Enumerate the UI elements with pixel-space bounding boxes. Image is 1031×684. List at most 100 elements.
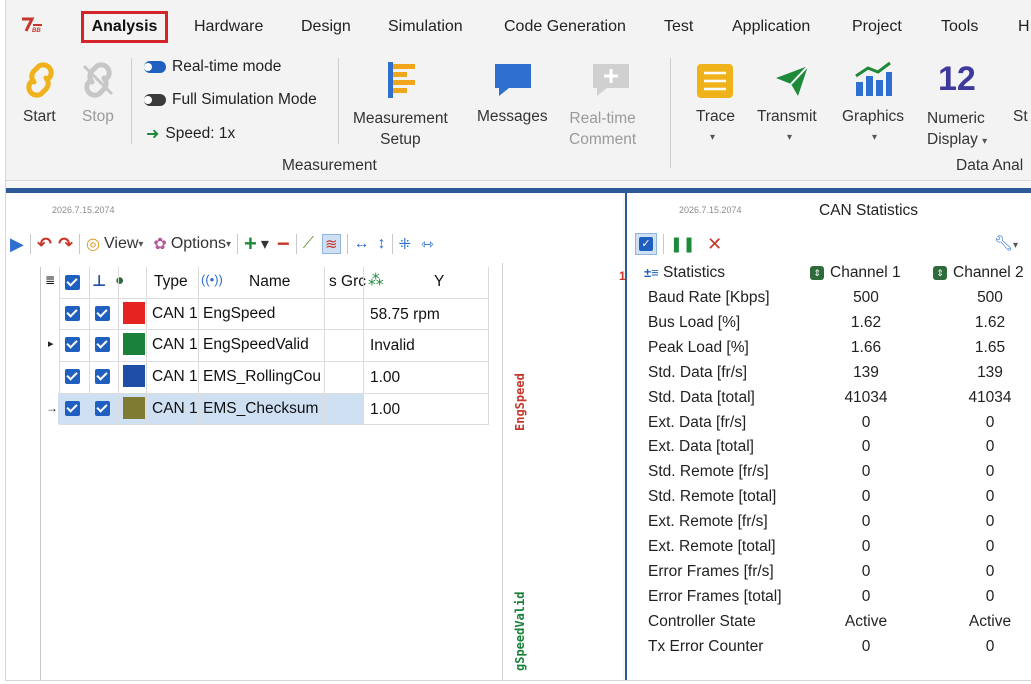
- realtime-mode-label: Real-time mode: [172, 58, 282, 75]
- signal-name[interactable]: EngSpeed: [203, 305, 323, 323]
- column-y[interactable]: Y: [434, 273, 444, 291]
- remove-icon[interactable]: −: [277, 231, 290, 257]
- full-simulation-toggle[interactable]: Full Simulation Mode: [144, 91, 317, 109]
- scatter-icon: ⁂: [368, 272, 384, 289]
- realtime-comment-button[interactable]: [590, 60, 632, 100]
- chat-icon: [495, 64, 531, 96]
- chevron-down-icon[interactable]: ▾: [710, 132, 715, 143]
- start-button[interactable]: [20, 60, 60, 100]
- graphics-button[interactable]: [852, 60, 894, 100]
- graph-label-engspeed: EngSpeed: [513, 373, 527, 431]
- line-chart-icon[interactable]: ⟋: [303, 235, 314, 253]
- menu-code-generation[interactable]: Code Generation: [504, 18, 626, 36]
- pause-icon[interactable]: ❚❚: [670, 235, 695, 253]
- menu-application[interactable]: Application: [732, 18, 810, 36]
- stat-channel-2-value: 500: [977, 289, 1003, 306]
- menu-analysis[interactable]: Analysis: [81, 11, 168, 43]
- axis-checkbox[interactable]: [95, 306, 110, 321]
- stat-channel-1-value: 0: [861, 463, 871, 481]
- menu-test[interactable]: Test: [664, 18, 693, 36]
- wrench-icon[interactable]: 🔧︎▾: [994, 234, 1018, 252]
- speed-control[interactable]: ➜ Speed: 1x: [146, 124, 235, 144]
- stat-label: Ext. Remote [fr/s]: [648, 513, 768, 531]
- menu-help[interactable]: H: [1018, 18, 1030, 36]
- trace-button[interactable]: [695, 62, 735, 100]
- undo-icon[interactable]: ↶: [37, 234, 52, 255]
- measurement-setup-button[interactable]: [384, 60, 424, 100]
- cursor-icon[interactable]: ⁜: [399, 235, 412, 253]
- palette-icon: ●: [115, 272, 125, 289]
- chevron-down-icon[interactable]: ▾: [261, 234, 269, 254]
- close-icon[interactable]: ✕: [707, 234, 722, 255]
- color-swatch[interactable]: [123, 302, 145, 324]
- next-item-label[interactable]: St: [1013, 108, 1028, 126]
- column-name[interactable]: Name: [249, 273, 290, 291]
- menu-bar: BB Analysis Hardware Design Simulation C…: [6, 0, 1031, 50]
- menu-simulation[interactable]: Simulation: [388, 18, 463, 36]
- stat-label: Baud Rate [Kbps]: [648, 289, 770, 306]
- visible-checkbox[interactable]: [65, 401, 80, 416]
- signal-type: CAN 1: [152, 368, 198, 385]
- messages-button[interactable]: [492, 60, 534, 100]
- realtime-mode-toggle[interactable]: Real-time mode: [144, 58, 281, 76]
- start-label: Start: [23, 108, 56, 125]
- numeric-display-label[interactable]: Numeric Display ▾: [927, 108, 987, 152]
- color-swatch[interactable]: [123, 333, 145, 355]
- signal-name[interactable]: EngSpeedValid: [203, 336, 323, 354]
- signal-value: Invalid: [370, 337, 415, 354]
- multi-line-icon[interactable]: ≋: [321, 234, 341, 254]
- stat-label: Error Frames [total]: [648, 587, 782, 605]
- graphics-toolbar: ▶ ↶ ↷ ◎ View ▾ ✿ Options ▾ + ▾ − ⟋ ≋ ↔ ↕ ⁜ ⇿: [10, 229, 434, 259]
- split-icon[interactable]: ⇿: [421, 235, 434, 253]
- graphics-icon: [855, 61, 892, 96]
- chevron-down-icon[interactable]: ▾: [787, 132, 792, 143]
- signal-name[interactable]: EMS_RollingCou: [203, 368, 323, 386]
- chevron-down-icon[interactable]: ▾: [872, 132, 877, 143]
- add-icon[interactable]: +: [244, 231, 257, 257]
- measurement-group-label: Measurement: [282, 157, 377, 174]
- stat-channel-2-value: 0: [985, 463, 995, 481]
- options-menu[interactable]: ✿ Options ▾: [153, 234, 231, 254]
- column-group[interactable]: s Grc: [329, 273, 367, 291]
- stat-channel-2-value: 41034: [968, 388, 1012, 406]
- column-type[interactable]: Type: [154, 273, 188, 291]
- signal-name[interactable]: EMS_Checksum: [203, 400, 323, 418]
- play-icon[interactable]: ▶: [10, 234, 24, 255]
- menu-project[interactable]: Project: [852, 18, 902, 36]
- stat-channel-2-value: 0: [985, 438, 995, 456]
- measurement-setup-label: Measurement Setup: [353, 110, 448, 148]
- menu-tools[interactable]: Tools: [941, 18, 978, 36]
- redo-icon[interactable]: ↷: [58, 234, 73, 255]
- stat-channel-1-value: 500: [853, 289, 879, 306]
- stat-label: Std. Remote [fr/s]: [648, 463, 769, 481]
- color-swatch[interactable]: [123, 397, 145, 419]
- select-all-checkbox[interactable]: [65, 275, 80, 290]
- transmit-button[interactable]: [772, 62, 812, 100]
- view-menu[interactable]: ◎ View ▾: [86, 234, 143, 254]
- stop-button[interactable]: [78, 60, 118, 100]
- visible-checkbox[interactable]: [65, 369, 80, 384]
- fit-vertical-icon[interactable]: ↕: [378, 235, 386, 253]
- axis-icon[interactable]: ⊥: [92, 272, 106, 291]
- channel-1-header: ⇕ Channel 1: [810, 264, 901, 282]
- axis-checkbox[interactable]: [95, 337, 110, 352]
- visible-checkbox[interactable]: [65, 306, 80, 321]
- color-swatch[interactable]: [123, 365, 145, 387]
- list-icon[interactable]: ≣: [45, 273, 55, 287]
- comment-add-icon: [593, 64, 629, 96]
- stat-label: Bus Load [%]: [648, 313, 741, 331]
- menu-design[interactable]: Design: [301, 18, 351, 36]
- send-icon: [776, 65, 809, 96]
- stat-channel-2-value: 1.62: [974, 313, 1006, 331]
- stat-channel-1-value: 139: [853, 363, 879, 381]
- view-icon: ◎: [86, 236, 100, 253]
- visible-checkbox[interactable]: [65, 337, 80, 352]
- checkbox-toggle-icon[interactable]: ✓: [635, 233, 657, 255]
- app-window: BB Analysis Hardware Design Simulation C…: [5, 0, 1031, 681]
- numeric-display-icon[interactable]: 12: [938, 60, 976, 99]
- axis-checkbox[interactable]: [95, 369, 110, 384]
- menu-hardware[interactable]: Hardware: [194, 18, 263, 36]
- axis-checkbox[interactable]: [95, 401, 110, 416]
- fit-horizontal-icon[interactable]: ↔: [354, 235, 370, 253]
- stat-label: Std. Data [total]: [648, 388, 755, 406]
